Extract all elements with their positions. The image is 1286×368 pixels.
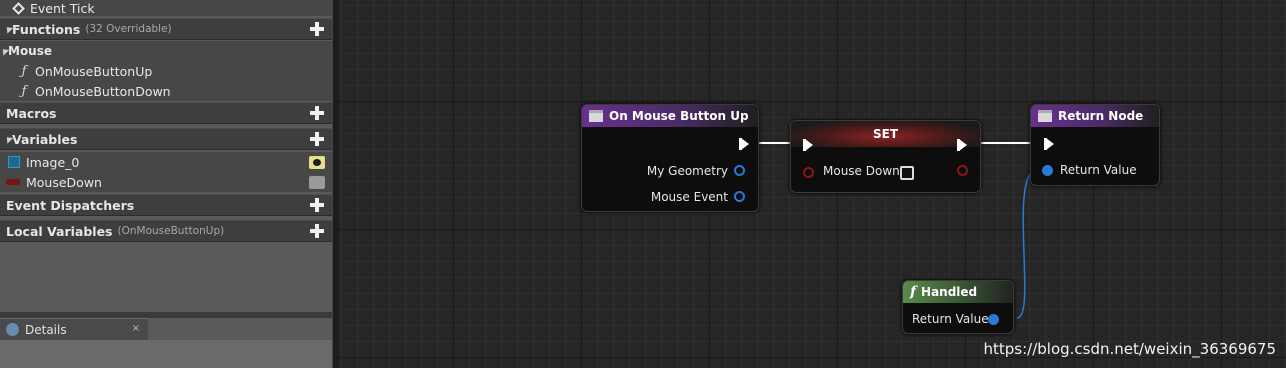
function-item-onmousebuttondown[interactable]: ƒ OnMouseButtonDown xyxy=(0,81,332,101)
return-value-out-pin[interactable] xyxy=(988,314,999,325)
variable-label: Image_0 xyxy=(26,154,80,170)
return-value-in-pin[interactable] xyxy=(1042,165,1053,176)
event-diamond-icon xyxy=(12,1,25,15)
exec-out-pin[interactable] xyxy=(739,138,749,150)
info-icon xyxy=(6,323,19,336)
functions-count: (32 Overridable) xyxy=(85,23,172,35)
pin-label: My Geometry xyxy=(646,164,728,178)
add-macro-plus-icon[interactable] xyxy=(310,106,324,120)
panel-splitter[interactable] xyxy=(332,0,339,368)
function-label: OnMouseButtonUp xyxy=(35,63,153,79)
override-function-icon: ƒ xyxy=(21,63,27,79)
variable-item-image0[interactable]: Image_0 xyxy=(0,152,332,172)
exec-out-pin[interactable] xyxy=(957,139,967,151)
local-variables-scope: (OnMouseButtonUp) xyxy=(117,225,225,237)
eye-closed-icon[interactable] xyxy=(309,175,325,189)
event-dispatchers-label: Event Dispatchers xyxy=(6,197,135,213)
function-entry-icon xyxy=(589,110,603,122)
pin-label: Mouse Down xyxy=(823,164,900,178)
on-mouse-button-up-node[interactable]: On Mouse Button Up My Geometry Mouse Eve… xyxy=(581,104,759,212)
my-blueprint-panel: Event Tick Functions (32 Overridable) Mo… xyxy=(0,0,332,368)
functions-header[interactable]: Functions (32 Overridable) xyxy=(0,18,332,40)
node-title: On Mouse Button Up xyxy=(609,109,749,123)
macros-label: Macros xyxy=(6,105,57,121)
event-dispatchers-header[interactable]: Event Dispatchers xyxy=(0,194,332,216)
local-variables-header[interactable]: Local Variables (OnMouseButtonUp) xyxy=(0,220,332,242)
my-geometry-pin[interactable] xyxy=(734,165,745,176)
macros-header[interactable]: Macros xyxy=(0,102,332,124)
pin-label: Return Value xyxy=(912,312,989,326)
mouse-category[interactable]: Mouse xyxy=(0,41,332,61)
eye-icon[interactable] xyxy=(309,155,325,169)
event-tick-label: Event Tick xyxy=(30,0,95,16)
event-tick-item[interactable]: Event Tick xyxy=(0,0,332,16)
local-variables-label: Local Variables xyxy=(6,223,113,239)
image-variable-icon xyxy=(8,156,20,168)
details-tab-label: Details xyxy=(25,322,67,337)
pin-label: Return Value xyxy=(1060,163,1137,177)
blueprint-graph[interactable]: On Mouse Button Up My Geometry Mouse Eve… xyxy=(339,0,1286,368)
handled-node[interactable]: f Handled Return Value xyxy=(902,280,1014,334)
set-node[interactable]: SET Mouse Down xyxy=(790,120,981,193)
watermark: https://blog.csdn.net/weixin_36369675 xyxy=(983,340,1276,358)
node-title: Handled xyxy=(921,285,978,299)
node-header: Return Node xyxy=(1031,105,1159,127)
details-panel xyxy=(0,340,332,368)
exec-in-pin[interactable] xyxy=(1044,138,1054,150)
add-function-plus-icon[interactable] xyxy=(310,22,324,36)
data-wire xyxy=(1016,169,1036,319)
mouse-down-out-pin[interactable] xyxy=(957,165,968,176)
variables-header[interactable]: Variables xyxy=(0,128,332,150)
variable-label: MouseDown xyxy=(26,174,102,190)
details-tab[interactable]: Details × xyxy=(0,318,148,340)
node-title: Return Node xyxy=(1058,109,1144,123)
pure-function-icon: f xyxy=(910,284,917,300)
node-title: SET xyxy=(791,121,980,147)
add-variable-plus-icon[interactable] xyxy=(310,132,324,146)
return-node[interactable]: Return Node Return Value xyxy=(1030,104,1160,186)
add-local-variable-plus-icon[interactable] xyxy=(310,224,324,238)
function-label: OnMouseButtonDown xyxy=(35,83,171,99)
node-header: f Handled xyxy=(903,281,1013,303)
bool-variable-icon xyxy=(6,179,20,185)
mouse-event-pin[interactable] xyxy=(734,191,745,202)
function-result-icon xyxy=(1038,110,1052,122)
mouse-down-checkbox[interactable] xyxy=(900,166,914,180)
function-item-onmousebuttonup[interactable]: ƒ OnMouseButtonUp xyxy=(0,61,332,81)
mouse-down-in-pin[interactable] xyxy=(803,167,814,178)
variables-label: Variables xyxy=(12,131,78,147)
mouse-category-label: Mouse xyxy=(8,44,53,58)
override-function-icon: ƒ xyxy=(21,83,27,99)
close-tab-icon[interactable]: × xyxy=(132,323,140,334)
exec-in-pin[interactable] xyxy=(803,139,813,151)
pin-label: Mouse Event xyxy=(650,190,728,204)
node-header: On Mouse Button Up xyxy=(582,105,758,127)
variable-item-mousedown[interactable]: MouseDown xyxy=(0,172,332,192)
add-dispatcher-plus-icon[interactable] xyxy=(310,198,324,212)
functions-label: Functions xyxy=(12,21,81,37)
